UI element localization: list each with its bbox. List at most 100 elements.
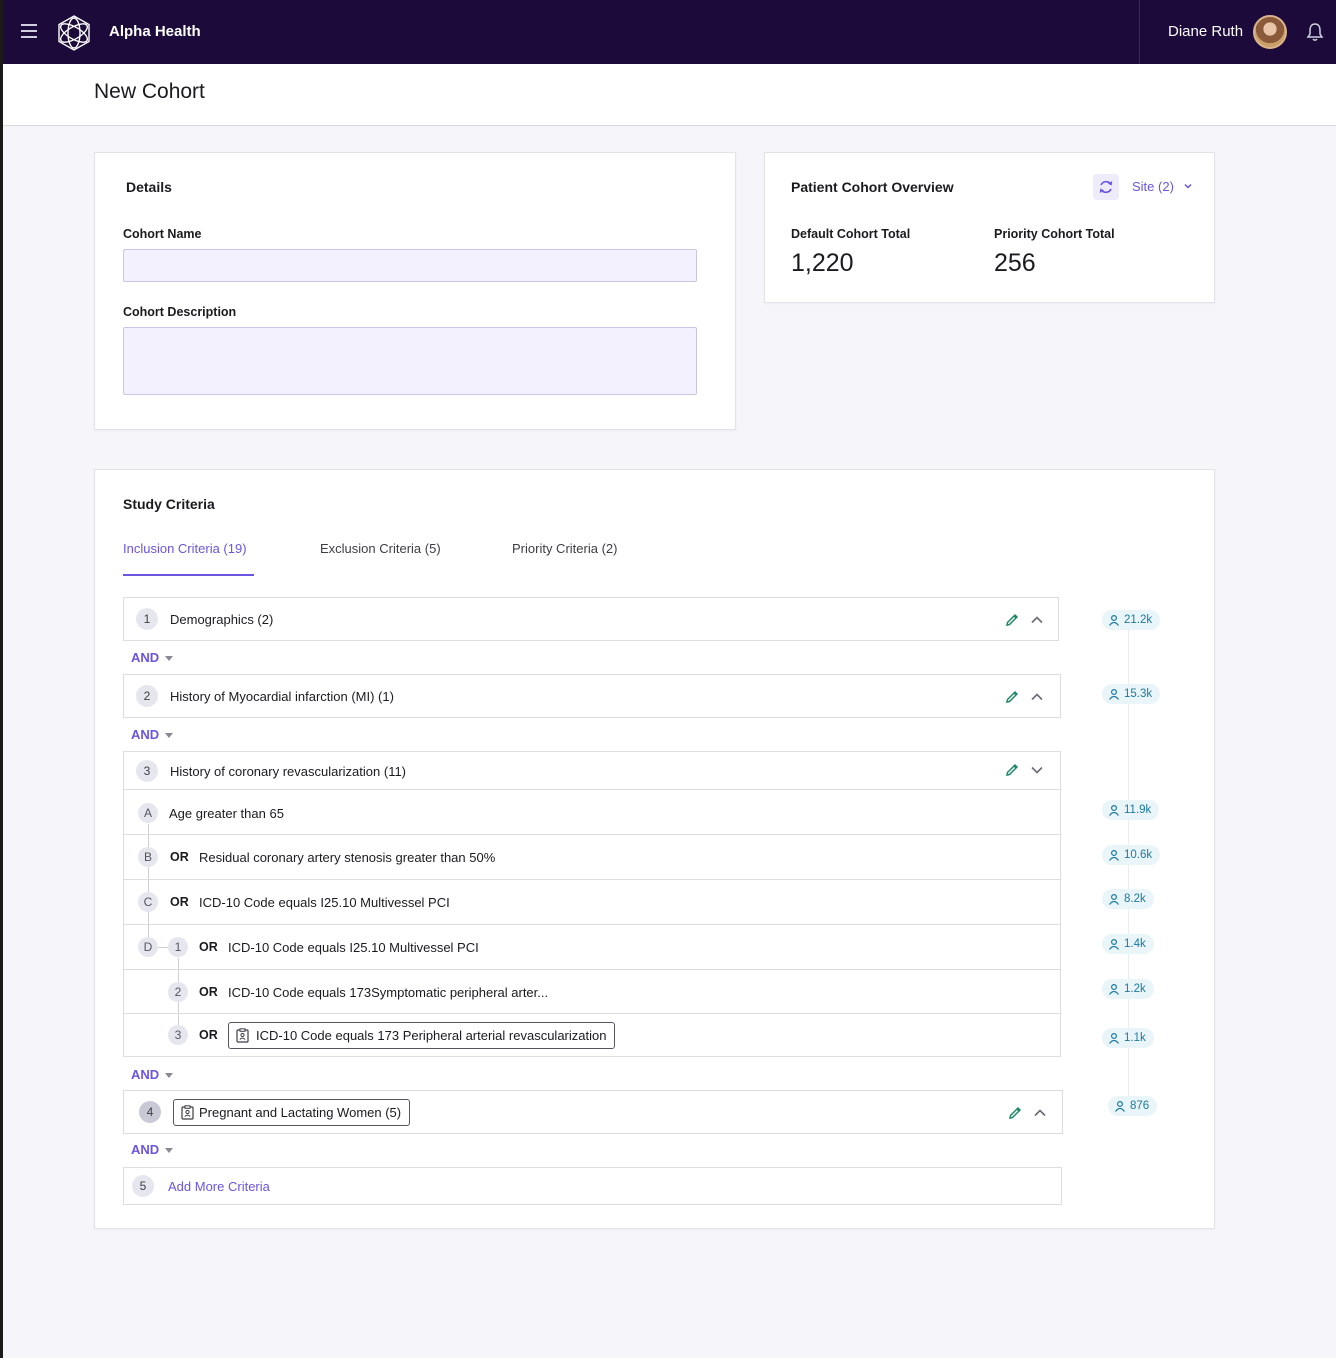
person-icon [1115,1100,1125,1112]
or-operator[interactable]: OR [170,850,189,864]
add-more-criteria-row[interactable]: 5 Add More Criteria [123,1167,1062,1205]
add-more-criteria-button[interactable]: Add More Criteria [168,1179,270,1194]
and-operator-dropdown-2[interactable]: AND [131,727,174,742]
overview-title: Patient Cohort Overview [791,179,954,195]
priority-cohort-total-value: 256 [994,249,1036,277]
hamburger-menu-icon[interactable] [21,24,37,38]
patient-count-value: 876 [1130,1100,1150,1112]
patient-count-value: 1.4k [1124,938,1146,950]
chevron-up-icon[interactable] [1033,1106,1047,1120]
page-header: New Cohort [3,64,1336,126]
saved-criteria-chip[interactable]: ICD-10 Code equals 173 Peripheral arteri… [228,1022,616,1049]
person-icon [1109,1032,1119,1044]
patient-cohort-overview-card: Patient Cohort Overview Site (2) Default… [764,152,1215,303]
app-name: Alpha Health [109,23,201,40]
active-tab-indicator [123,574,254,576]
criteria-number: 4 [139,1101,161,1123]
criteria-sub-number: 1 [168,937,188,957]
caret-down-icon [165,733,174,739]
patient-count-badge: 8.2k [1102,889,1154,909]
criteria-letter: D [138,937,158,957]
person-icon [1109,983,1119,995]
criteria-group-coronary-revascularization[interactable]: 3 History of coronary revascularization … [123,751,1061,1057]
criteria-item-d-3[interactable]: 3 OR ICD-10 Code equals 173 Peripheral a… [124,1013,1060,1057]
criteria-letter: A [138,803,158,823]
criteria-group-demographics[interactable]: 1 Demographics (2) [123,597,1059,641]
criteria-item-label: ICD-10 Code equals I25.10 Multivessel PC… [199,895,450,910]
saved-criteria-label: ICD-10 Code equals 173 Peripheral arteri… [256,1028,607,1043]
edit-pencil-icon[interactable] [1007,1105,1023,1121]
criteria-letter: B [138,847,158,867]
chevron-down-icon [1184,183,1192,189]
saved-criteria-chip[interactable]: Pregnant and Lactating Women (5) [173,1099,411,1126]
refresh-button[interactable] [1093,174,1119,200]
person-icon [1109,893,1119,905]
patient-count-value: 1.1k [1124,1032,1146,1044]
notification-bell-icon[interactable] [1305,22,1325,42]
default-cohort-total-value: 1,220 [791,249,854,277]
tab-inclusion-criteria[interactable]: Inclusion Criteria (19) [123,541,247,556]
criteria-item-a[interactable]: A Age greater than 65 [124,789,1060,834]
criteria-group-pregnant-lactating[interactable]: 4 Pregnant and Lactating Women (5) [123,1090,1063,1134]
cohort-description-textarea[interactable] [123,327,697,395]
patient-count-badge: 11.9k [1102,800,1160,820]
edit-pencil-icon[interactable] [1004,762,1020,778]
and-operator-dropdown-1[interactable]: AND [131,650,174,665]
refresh-icon [1099,180,1113,194]
user-avatar[interactable] [1253,15,1287,49]
patient-count-badge: 1.2k [1102,979,1154,999]
criteria-item-label: Age greater than 65 [169,806,284,821]
criteria-item-label: ICD-10 Code equals 173Symptomatic periph… [228,985,549,1000]
criteria-sub-number: 3 [168,1025,188,1045]
patient-count-badge: 1.1k [1102,1028,1154,1048]
person-icon [1109,804,1119,816]
chevron-down-icon[interactable] [1030,763,1044,777]
priority-cohort-total-label: Priority Cohort Total [994,227,1115,241]
or-operator[interactable]: OR [170,895,189,909]
person-icon [1109,614,1119,626]
topbar-divider [1139,0,1140,64]
study-criteria-title: Study Criteria [123,496,215,512]
or-operator[interactable]: OR [199,985,218,999]
criteria-group-mi-history[interactable]: 2 History of Myocardial infarction (MI) … [123,674,1061,718]
top-app-bar: Alpha Health Diane Ruth [3,0,1336,64]
patient-count-badge: 876 [1108,1096,1158,1116]
edit-pencil-icon[interactable] [1004,612,1020,628]
patient-count-value: 21.2k [1124,614,1153,626]
clipboard-person-icon [236,1028,249,1043]
person-icon [1109,849,1119,861]
site-dropdown[interactable]: Site (2) [1132,179,1193,194]
person-icon [1109,938,1119,950]
chevron-up-icon[interactable] [1030,690,1044,704]
criteria-item-c[interactable]: C OR ICD-10 Code equals I25.10 Multivess… [124,879,1060,924]
site-dropdown-label: Site (2) [1132,179,1174,194]
alpha-health-logo-icon[interactable] [55,14,93,52]
tab-priority-criteria[interactable]: Priority Criteria (2) [512,541,617,556]
clipboard-person-icon [181,1105,194,1120]
patient-count-badge: 21.2k [1102,610,1161,630]
criteria-item-b[interactable]: B OR Residual coronary artery stenosis g… [124,834,1060,879]
details-title: Details [126,179,172,195]
and-label: AND [131,1142,160,1157]
cohort-name-input[interactable] [123,249,697,282]
criteria-group-label: History of coronary revascularization (1… [170,764,407,779]
criteria-item-d-2[interactable]: 2 OR ICD-10 Code equals 173Symptomatic p… [124,969,1060,1013]
criteria-number: 3 [136,760,158,782]
tab-exclusion-criteria[interactable]: Exclusion Criteria (5) [320,541,441,556]
or-operator[interactable]: OR [199,940,218,954]
and-operator-dropdown-4[interactable]: AND [131,1142,174,1157]
or-operator[interactable]: OR [199,1028,218,1042]
cohort-name-label: Cohort Name [123,227,202,241]
edit-pencil-icon[interactable] [1004,689,1020,705]
study-criteria-card: Study Criteria Inclusion Criteria (19) E… [94,469,1215,1229]
and-label: AND [131,727,160,742]
caret-down-icon [165,1073,174,1079]
criteria-item-d-1[interactable]: D 1 OR ICD-10 Code equals I25.10 Multive… [124,924,1060,969]
chevron-up-icon[interactable] [1030,613,1044,627]
and-operator-dropdown-3[interactable]: AND [131,1067,174,1082]
page-title: New Cohort [94,80,205,103]
and-label: AND [131,1067,160,1082]
user-name[interactable]: Diane Ruth [1168,23,1243,40]
patient-count-value: 8.2k [1124,893,1146,905]
criteria-sub-number: 2 [168,982,188,1002]
